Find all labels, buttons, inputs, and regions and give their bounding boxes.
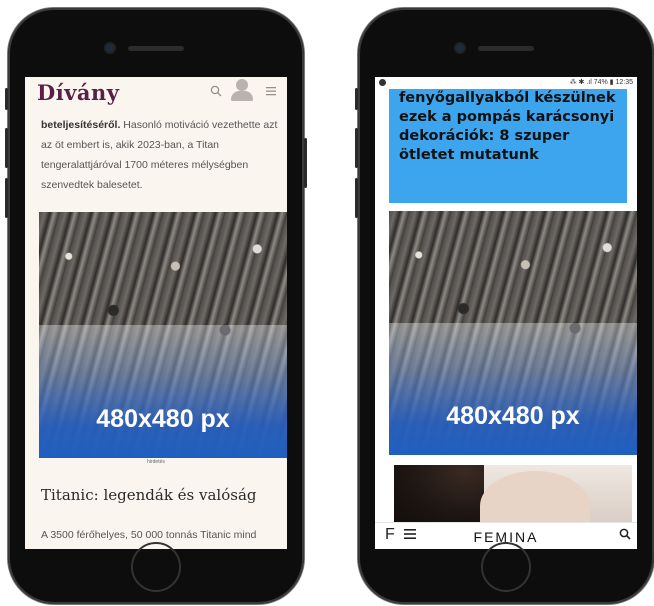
ad-banner[interactable]: 480x480 px [389,211,637,455]
ad-banner[interactable]: 480x480 px [39,212,287,458]
volume-down-button [5,178,8,218]
article-thumbnail-photo[interactable] [394,465,632,525]
article-title-box[interactable]: fenyőgallyakból készülnek ezek a pompás … [389,89,627,203]
mute-switch [355,88,358,110]
earpiece-speaker [128,46,184,51]
search-icon[interactable] [619,528,631,543]
user-icon[interactable] [229,79,255,103]
article-bold-lead: beteljesítéséről. [41,119,121,131]
photo-hair [394,465,484,525]
ad-size-label: 480x480 px [446,402,580,430]
ad-gradient-overlay [389,323,637,455]
power-button [304,138,307,188]
screen-right: ⁂ ✱ .ıl 74% ▮ 12:35 fenyőgallyakból kész… [375,77,637,549]
phone-frame-right: ⁂ ✱ .ıl 74% ▮ 12:35 fenyőgallyakból kész… [355,8,654,604]
ad-size-label: 480x480 px [96,405,230,433]
front-camera [106,44,114,52]
status-icons: ⁂ ✱ .ıl 74% ▮ 12:35 [569,79,633,86]
article-paragraph: beteljesítéséről. Hasonló motiváció veze… [41,115,279,195]
ad-gradient-overlay [39,325,287,458]
phone-frame-left: Dívány beteljesítéséről. Hasonló motivác… [5,8,307,604]
article-title: fenyőgallyakból készülnek ezek a pompás … [399,90,616,163]
front-camera [456,44,464,52]
search-icon[interactable] [210,85,222,100]
mute-switch [5,88,8,110]
status-bar: ⁂ ✱ .ıl 74% ▮ 12:35 [375,77,637,89]
photo-face [480,471,590,525]
ad-caption: hirdetés [147,459,165,465]
divany-logo[interactable]: Dívány [37,80,119,105]
divany-header: Dívány [25,77,287,107]
article-headline[interactable]: Titanic: legendák és valóság [41,486,257,504]
hamburger-icon[interactable] [265,84,277,100]
volume-up-button [5,128,8,168]
article-body-text: A 3500 férőhelyes, 50 000 tonnás Titanic… [41,529,257,541]
screen-left: Dívány beteljesítéséről. Hasonló motivác… [25,77,287,549]
volume-down-button [355,178,358,218]
volume-up-button [355,128,358,168]
earpiece-speaker [478,46,534,51]
notification-icon [379,79,386,86]
home-button[interactable] [131,542,181,592]
home-button[interactable] [481,542,531,592]
